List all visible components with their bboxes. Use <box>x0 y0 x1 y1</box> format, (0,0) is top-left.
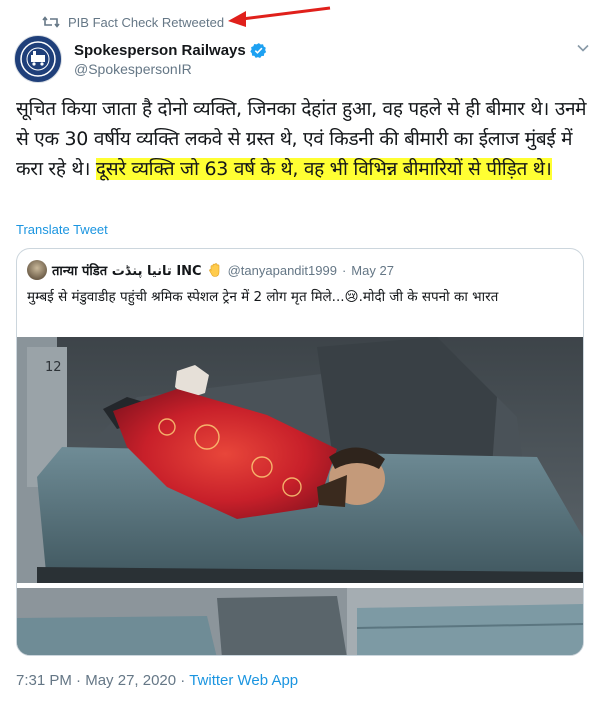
quote-date: May 27 <box>351 262 394 278</box>
author-name[interactable]: Spokesperson Railways <box>74 42 246 59</box>
quote-separator: · <box>341 262 347 278</box>
avatar[interactable] <box>14 35 62 83</box>
footer-separator-1: · <box>71 672 86 689</box>
berth-number: 12 <box>45 360 62 375</box>
quote-photo-main[interactable]: 12 <box>17 337 583 583</box>
tweet-text-highlighted: दूसरे व्यक्ति जो 63 वर्ष के थे, वह भी वि… <box>95 158 552 180</box>
quoted-tweet-card[interactable]: तान्या पंडित تانیا پنڈت INC @tanyapandit… <box>16 248 584 656</box>
raised-hand-icon <box>208 263 219 277</box>
train-seat-photo-icon <box>17 588 583 655</box>
verified-icon <box>250 42 266 58</box>
quote-text: मुम्बई से मंडुवाडीह पहुंची श्रमिक स्पेशल… <box>27 289 499 305</box>
author-handle[interactable]: @SpokespersonIR <box>74 61 267 77</box>
quote-avatar <box>27 260 47 280</box>
tweet-source-app[interactable]: Twitter Web App <box>189 672 298 689</box>
quote-author-name: तान्या पंडित تانیا پنڈت INC <box>52 264 202 279</box>
tweet-time[interactable]: 7:31 PM <box>16 672 72 689</box>
retweet-indicator: PIB Fact Check Retweeted <box>40 12 224 32</box>
retweet-label[interactable]: PIB Fact Check Retweeted <box>68 15 224 30</box>
tweet-header: Spokesperson Railways @SpokespersonIR <box>14 34 595 84</box>
annotation-arrow-icon <box>228 6 331 27</box>
quote-photo-secondary[interactable] <box>17 588 583 655</box>
chevron-down-icon[interactable] <box>575 40 591 56</box>
indian-railways-logo-icon <box>20 41 56 77</box>
train-berth-photo-icon: 12 <box>17 337 583 583</box>
tweet-timestamp: 7:31 PM · May 27, 2020 · Twitter Web App <box>16 672 298 689</box>
retweet-icon <box>40 14 62 30</box>
tweet-text: सूचित किया जाता है दोनो व्यक्ति, जिनका द… <box>16 94 601 184</box>
quote-author-handle: @tanyapandit1999 <box>227 262 337 278</box>
tweet-date[interactable]: May 27, 2020 <box>85 672 176 689</box>
translate-tweet-link[interactable]: Translate Tweet <box>16 222 108 237</box>
footer-separator-2: · <box>176 672 190 689</box>
quoted-tweet-header: तान्या पंडित تانیا پنڈت INC @tanyapandit… <box>27 260 394 280</box>
